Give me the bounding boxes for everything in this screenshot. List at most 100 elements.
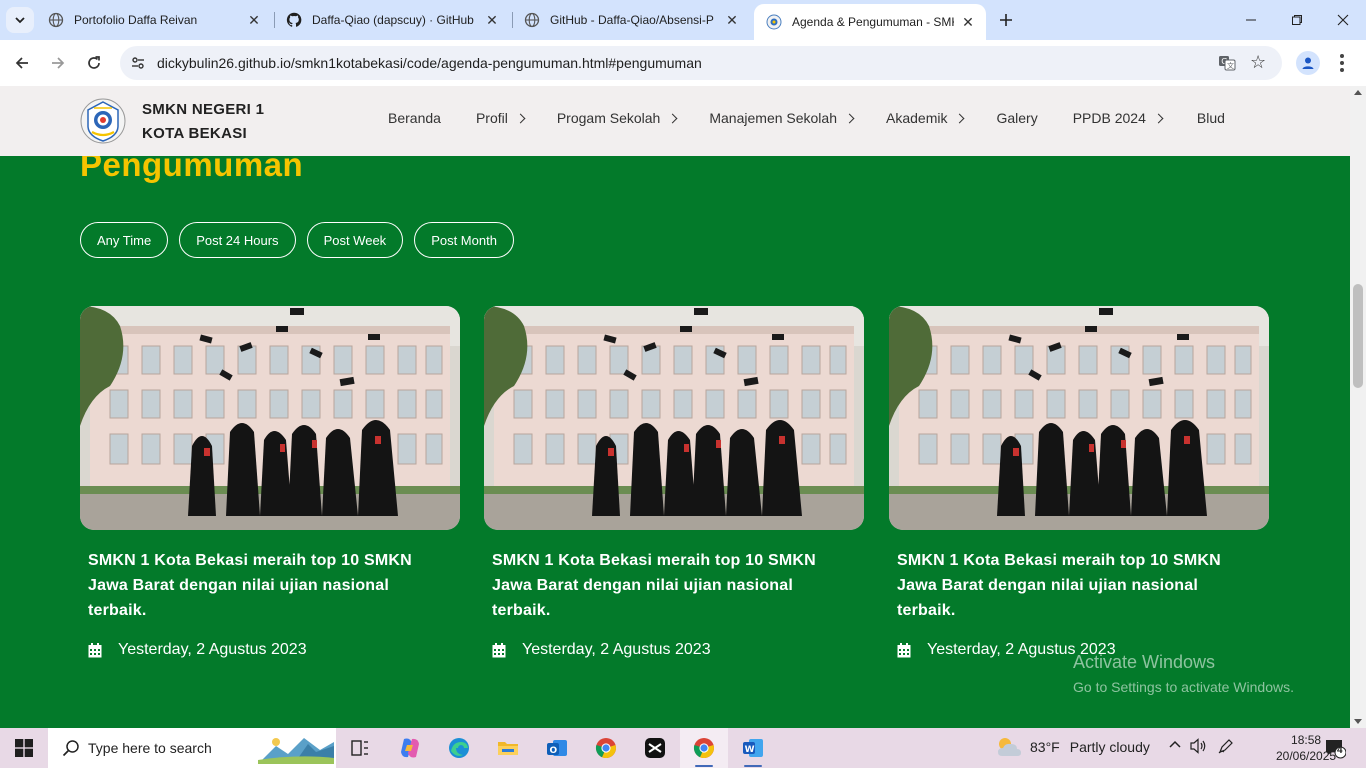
weather-desc: Partly cloudy [1069, 739, 1150, 755]
github-icon [286, 12, 302, 27]
browser-menu-button[interactable] [1334, 52, 1350, 74]
outlook-button[interactable]: O [543, 734, 571, 762]
calendar-icon [88, 642, 102, 657]
chevron-down-icon [15, 17, 25, 24]
browser-tab-github-profile[interactable]: Daffa-Qiao (dapscuy) · GitHub ✕ [274, 4, 510, 36]
profile-button[interactable] [1296, 51, 1320, 75]
reload-icon [88, 56, 100, 69]
chrome-active-button[interactable] [690, 734, 718, 762]
filter-post-24-hours[interactable]: Post 24 Hours [179, 222, 296, 258]
edge-button[interactable] [445, 734, 473, 762]
site-settings-icon[interactable] [130, 55, 146, 71]
tab-title: GitHub - Daffa-Qiao/Absensi-P [550, 13, 714, 27]
watermark-title: Activate Windows [1073, 652, 1216, 672]
watermark-subtitle: Go to Settings to activate Windows. [1073, 679, 1294, 695]
nav-item-blud[interactable]: Blud [1197, 110, 1225, 126]
announcement-card[interactable]: SMKN 1 Kota Bekasi meraih top 10 SMKN Ja… [484, 306, 864, 659]
plus-icon [1000, 14, 1012, 26]
nav-item-galery[interactable]: Galery [996, 110, 1037, 126]
address-bar[interactable]: dickybulin26.github.io/smkn1kotabekasi/c… [120, 46, 1282, 80]
svg-text:O: O [550, 746, 558, 756]
nav-item-ppdb-2024[interactable]: PPDB 2024 [1073, 110, 1164, 126]
file-explorer-button[interactable] [494, 734, 522, 762]
bookmark-star-icon[interactable]: ☆ [1250, 53, 1268, 71]
forward-button[interactable] [44, 49, 72, 77]
close-window-button[interactable] [1320, 0, 1366, 40]
volume-button[interactable] [1190, 738, 1208, 757]
filter-any-time[interactable]: Any Time [80, 222, 169, 258]
svg-text:W: W [745, 745, 755, 755]
close-tab-icon[interactable]: ✕ [484, 12, 500, 28]
arrow-right-icon [52, 57, 65, 69]
scroll-down-arrow[interactable] [1354, 719, 1362, 724]
browser-tab-portofolio[interactable]: Portofolio Daffa Reivan ✕ [36, 4, 272, 36]
school-name-line2: KOTA BEKASI [142, 125, 247, 142]
minimize-button[interactable] [1228, 0, 1274, 40]
close-tab-icon[interactable]: ✕ [960, 14, 976, 30]
scrollbar-thumb[interactable] [1353, 284, 1363, 388]
close-tab-icon[interactable]: ✕ [724, 12, 740, 28]
nav-item-beranda[interactable]: Beranda [388, 110, 441, 126]
filter-post-month[interactable]: Post Month [414, 222, 514, 258]
globe-icon [524, 12, 540, 28]
start-button[interactable] [0, 728, 48, 768]
page-scrollbar[interactable] [1350, 86, 1366, 728]
notification-center-button[interactable]: 4 [1324, 737, 1347, 759]
copilot-icon [401, 738, 419, 758]
chevron-right-icon [1153, 113, 1164, 123]
card-headline[interactable]: SMKN 1 Kota Bekasi meraih top 10 SMKN Ja… [492, 548, 856, 623]
capcut-button[interactable] [641, 734, 669, 762]
browser-tab-github-repo[interactable]: GitHub - Daffa-Qiao/Absensi-P ✕ [512, 4, 750, 36]
card-date: Yesterday, 2 Agustus 2023 [88, 641, 460, 659]
graduation-photo[interactable] [80, 306, 460, 530]
nav-item-progam-sekolah[interactable]: Progam Sekolah [556, 110, 678, 126]
edge-icon [449, 738, 469, 758]
pen-button[interactable] [1218, 738, 1234, 757]
reload-button[interactable] [80, 49, 108, 77]
card-headline[interactable]: SMKN 1 Kota Bekasi meraih top 10 SMKN Ja… [897, 548, 1261, 623]
back-button[interactable] [8, 49, 36, 77]
nav-label: Manajemen Sekolah [709, 110, 837, 126]
school-name-line1: SMKN NEGERI 1 [142, 101, 265, 118]
tab-search-button[interactable] [6, 7, 34, 33]
folder-icon [498, 742, 518, 755]
school-logo[interactable] [80, 98, 126, 144]
taskbar-search[interactable]: Type here to search [48, 728, 336, 768]
chevron-right-icon [515, 113, 526, 123]
announcement-card[interactable]: SMKN 1 Kota Bekasi meraih top 10 SMKN Ja… [889, 306, 1269, 659]
filter-post-week[interactable]: Post Week [306, 222, 404, 258]
new-tab-button[interactable] [994, 8, 1018, 32]
restore-button[interactable] [1274, 0, 1320, 40]
chrome-button[interactable] [592, 734, 620, 762]
nav-item-manajemen-sekolah[interactable]: Manajemen Sekolah [709, 110, 855, 126]
copilot-button[interactable] [396, 734, 424, 762]
pen-icon [1218, 739, 1233, 754]
card-headline[interactable]: SMKN 1 Kota Bekasi meraih top 10 SMKN Ja… [88, 548, 452, 623]
graduation-photo[interactable] [889, 306, 1269, 530]
chevron-up-icon [1169, 740, 1181, 748]
chevron-right-icon [667, 113, 678, 123]
school-logo-icon [766, 14, 782, 30]
speaker-icon [1190, 738, 1206, 754]
translate-icon[interactable]: G文 [1218, 54, 1236, 72]
weather-temp: 83°F [1030, 739, 1060, 755]
announcement-card[interactable]: SMKN 1 Kota Bekasi meraih top 10 SMKN Ja… [80, 306, 460, 659]
browser-tab-agenda-active[interactable]: Agenda & Pengumuman - SMK ✕ [754, 4, 986, 40]
url-text[interactable]: dickybulin26.github.io/smkn1kotabekasi/c… [157, 55, 702, 71]
show-hidden-icons-button[interactable] [1168, 738, 1182, 755]
nav-item-akademik[interactable]: Akademik [886, 110, 965, 126]
svg-text:文: 文 [1227, 61, 1234, 70]
task-view-icon [351, 740, 368, 756]
nav-label: Progam Sekolah [556, 110, 661, 126]
notification-count: 4 [1337, 745, 1343, 756]
graduation-photo[interactable] [484, 306, 864, 530]
scroll-up-arrow[interactable] [1354, 90, 1362, 95]
nav-item-profil[interactable]: Profil [476, 110, 526, 126]
nav-label: Beranda [388, 110, 441, 126]
school-name[interactable]: SMKN NEGERI 1 KOTA BEKASI [142, 98, 264, 146]
chrome-icon [693, 738, 714, 759]
word-button[interactable]: W [739, 734, 767, 762]
task-view-button[interactable] [346, 734, 374, 762]
weather-widget[interactable]: 83°F Partly cloudy [996, 736, 1150, 758]
close-tab-icon[interactable]: ✕ [246, 12, 262, 28]
